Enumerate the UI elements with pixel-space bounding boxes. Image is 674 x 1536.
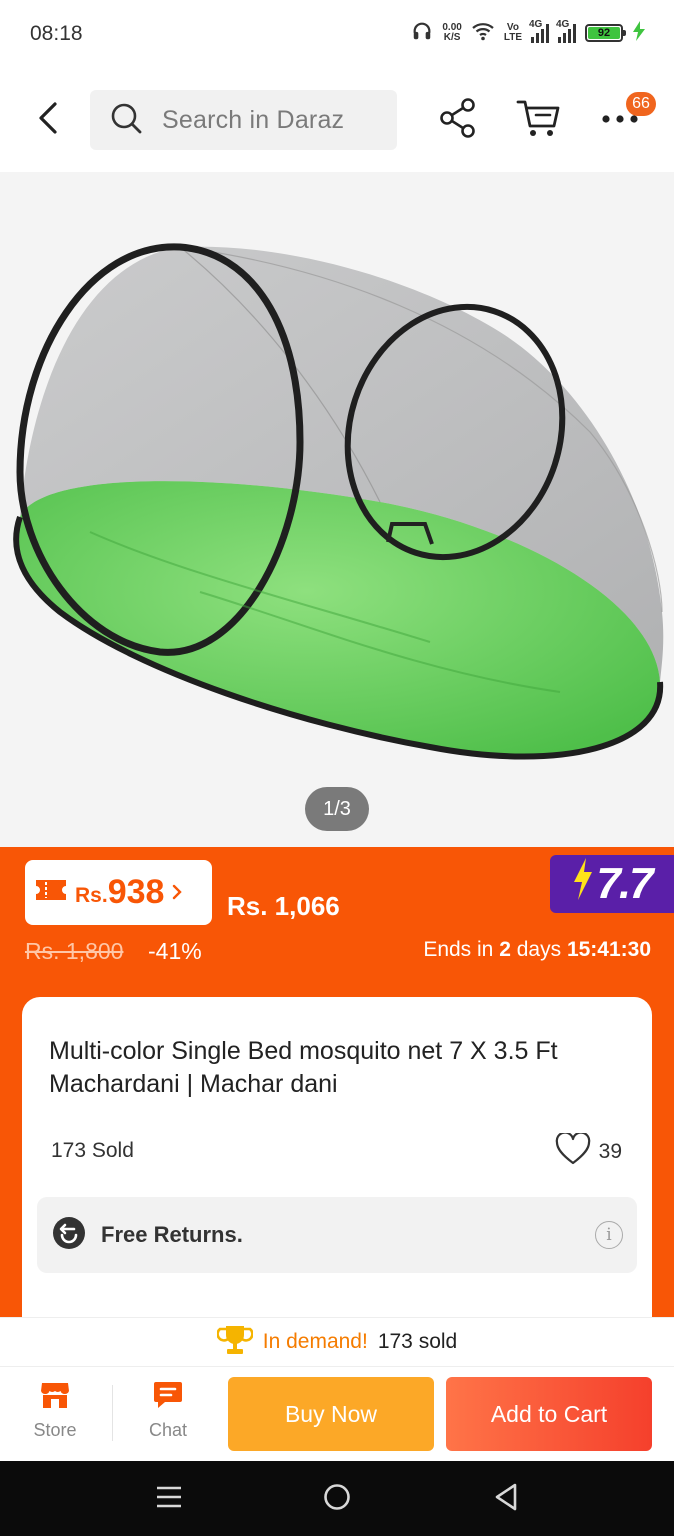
store-label: Store xyxy=(33,1420,77,1440)
signal-icon: 4G xyxy=(529,19,549,43)
search-icon xyxy=(110,102,142,139)
system-nav-bar xyxy=(0,1461,674,1536)
voucher-price-button[interactable]: Rs. 938 xyxy=(25,860,212,925)
demand-bar: In demand! 173 sold xyxy=(0,1317,674,1367)
chevron-right-icon xyxy=(172,880,183,906)
bottom-action-bar: Store Chat Buy Now Add to Cart xyxy=(0,1367,674,1461)
voucher-icon xyxy=(35,878,67,907)
volte-bottom: LTE xyxy=(503,32,522,43)
sale-countdown: Ends in 2 days 15:41:30 xyxy=(423,938,651,962)
discount-percent: -41% xyxy=(148,938,202,964)
countdown-time: 15:41:30 xyxy=(566,938,651,961)
status-time: 08:18 xyxy=(30,22,83,45)
product-title: Multi-color Single Bed mosquito net 7 X … xyxy=(49,1037,558,1098)
back-nav-button[interactable] xyxy=(486,1481,526,1517)
back-icon xyxy=(37,101,59,140)
search-placeholder: Search in Daraz xyxy=(162,105,345,134)
top-header: Search in Daraz 66 xyxy=(0,68,674,172)
share-button[interactable] xyxy=(436,97,480,143)
net-speed: 0.00 K/S xyxy=(442,23,461,43)
voucher-currency: Rs. xyxy=(75,883,108,907)
back-triangle-icon xyxy=(494,1483,518,1516)
store-icon xyxy=(40,1381,70,1414)
battery-level: 92 xyxy=(588,27,620,39)
product-image-gallery[interactable]: 1/3 xyxy=(0,172,674,847)
voucher-amount: 938 xyxy=(107,873,165,911)
demand-label: In demand! xyxy=(262,1330,368,1353)
cart-count-badge: 66 xyxy=(626,92,656,116)
product-info-card: Multi-color Single Bed mosquito net 7 X … xyxy=(22,997,652,1337)
menu-icon xyxy=(156,1485,182,1514)
countdown-days: 2 xyxy=(499,938,511,961)
free-returns-row[interactable]: Free Returns. i xyxy=(37,1197,637,1273)
signal-icon-2: 4G xyxy=(556,19,576,43)
chat-button[interactable]: Chat xyxy=(113,1381,223,1451)
wifi-icon xyxy=(471,21,495,46)
cart-icon xyxy=(516,98,560,143)
volte-indicator: Vo LTE xyxy=(504,23,522,43)
image-counter: 1/3 xyxy=(305,787,369,831)
sim2-network: 4G xyxy=(556,19,570,30)
share-icon xyxy=(439,97,477,143)
buy-now-button[interactable]: Buy Now xyxy=(228,1377,434,1451)
wishlist-count: 39 xyxy=(598,1140,622,1163)
chat-label: Chat xyxy=(148,1420,188,1440)
sold-count: 173 Sold xyxy=(51,1139,134,1162)
wishlist-button[interactable]: 39 xyxy=(555,1131,622,1171)
campaign-badge[interactable]: 7.7 xyxy=(550,855,674,913)
trophy-icon xyxy=(216,1323,254,1362)
back-button[interactable] xyxy=(28,98,68,142)
status-bar: 08:18 0.00 K/S Vo LTE 4G 4G 92 xyxy=(0,0,674,68)
search-input[interactable]: Search in Daraz xyxy=(90,90,397,150)
demand-count: 173 sold xyxy=(377,1330,458,1353)
return-icon xyxy=(52,1216,86,1255)
home-nav-button[interactable] xyxy=(317,1481,357,1517)
product-image xyxy=(13,243,664,760)
status-icons: 0.00 K/S Vo LTE 4G 4G 92 xyxy=(411,18,646,48)
charging-icon xyxy=(632,20,646,46)
battery-icon: 92 xyxy=(585,24,626,42)
heart-icon xyxy=(555,1131,591,1171)
free-returns-label: Free Returns. xyxy=(101,1222,243,1247)
countdown-days-unit: days xyxy=(516,938,562,961)
campaign-label: 7.7 xyxy=(596,859,653,908)
home-icon xyxy=(323,1483,351,1516)
chat-icon xyxy=(153,1381,183,1414)
add-to-cart-button[interactable]: Add to Cart xyxy=(446,1377,652,1451)
cart-button[interactable] xyxy=(516,98,560,142)
lightning-icon xyxy=(572,857,594,911)
store-button[interactable]: Store xyxy=(0,1381,110,1451)
sim1-network: 4G xyxy=(529,19,543,30)
current-price: Rs. 1,066 xyxy=(227,891,340,921)
net-speed-unit: K/S xyxy=(443,32,461,43)
menu-nav-button[interactable] xyxy=(149,1481,189,1517)
original-price: Rs. 1,800 xyxy=(25,938,124,964)
info-icon[interactable]: i xyxy=(595,1221,623,1249)
headphones-icon xyxy=(411,20,433,47)
countdown-prefix: Ends in xyxy=(423,938,494,961)
